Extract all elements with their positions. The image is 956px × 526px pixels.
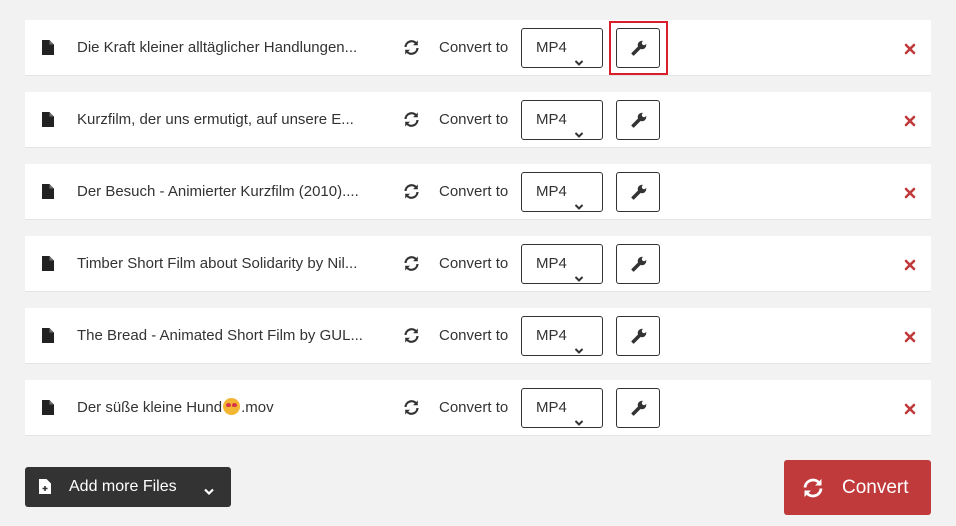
- sync-icon: [403, 327, 420, 344]
- format-select[interactable]: MP4: [521, 244, 603, 284]
- settings-button[interactable]: [616, 172, 660, 212]
- chevron-down-icon: [574, 188, 584, 210]
- file-name: Der Besuch - Animierter Kurzfilm (2010).…: [77, 183, 359, 200]
- format-value: MP4: [536, 183, 567, 200]
- settings-button[interactable]: [616, 244, 660, 284]
- format-select[interactable]: MP4: [521, 172, 603, 212]
- settings-button[interactable]: [616, 388, 660, 428]
- chevron-down-icon: [574, 404, 584, 426]
- file-name-prefix: Der süße kleine Hund: [77, 399, 223, 416]
- add-more-files-button[interactable]: Add more Files: [25, 467, 231, 507]
- file-name: Timber Short Film about Solidarity by Ni…: [77, 255, 358, 272]
- add-file-icon: [39, 479, 51, 499]
- file-icon: [42, 400, 54, 415]
- file-icon: [42, 328, 54, 343]
- format-value: MP4: [536, 39, 567, 56]
- chevron-down-icon: [574, 44, 584, 66]
- convert-to-label: Convert to: [439, 255, 509, 272]
- convert-button[interactable]: Convert: [784, 460, 931, 515]
- file-icon: [42, 40, 54, 55]
- wrench-icon: [631, 328, 647, 344]
- settings-button[interactable]: [616, 100, 660, 140]
- file-name: Die Kraft kleiner alltäglicher Handlunge…: [77, 39, 358, 56]
- wrench-icon: [631, 256, 647, 272]
- chevron-down-icon: [203, 483, 215, 501]
- convert-to-label: Convert to: [439, 183, 509, 200]
- remove-file-icon[interactable]: [904, 42, 916, 55]
- convert-label: Convert: [842, 477, 909, 498]
- wrench-icon: [631, 400, 647, 416]
- wrench-icon: [631, 112, 647, 128]
- remove-file-icon[interactable]: [904, 186, 916, 199]
- file-row: Timber Short Film about Solidarity by Ni…: [25, 236, 931, 292]
- sync-icon: [403, 183, 420, 200]
- file-row: Kurzfilm, der uns ermutigt, auf unsere E…: [25, 92, 931, 148]
- chevron-down-icon: [574, 332, 584, 354]
- file-name: Kurzfilm, der uns ermutigt, auf unsere E…: [77, 111, 354, 128]
- file-icon: [42, 256, 54, 271]
- wrench-icon: [631, 184, 647, 200]
- file-icon: [42, 112, 54, 127]
- file-icon: [42, 184, 54, 199]
- remove-file-icon[interactable]: [904, 114, 916, 127]
- remove-file-icon[interactable]: [904, 330, 916, 343]
- format-select[interactable]: MP4: [521, 28, 603, 68]
- file-name: The Bread - Animated Short Film by GUL..…: [77, 327, 363, 344]
- convert-to-label: Convert to: [439, 327, 509, 344]
- remove-file-icon[interactable]: [904, 402, 916, 415]
- chevron-down-icon: [574, 116, 584, 138]
- format-select[interactable]: MP4: [521, 388, 603, 428]
- remove-file-icon[interactable]: [904, 258, 916, 271]
- file-row: Die Kraft kleiner alltäglicher Handlunge…: [25, 20, 931, 76]
- convert-to-label: Convert to: [439, 399, 509, 416]
- format-value: MP4: [536, 399, 567, 416]
- add-more-files-label: Add more Files: [69, 478, 177, 495]
- file-row: Der süße kleine Hund .mov Convert to MP4: [25, 380, 931, 436]
- chevron-down-icon: [574, 260, 584, 282]
- sync-icon: [403, 255, 420, 272]
- file-name: Der süße kleine Hund .mov: [77, 380, 377, 436]
- format-value: MP4: [536, 327, 567, 344]
- sync-icon: [403, 399, 420, 416]
- smiling-face-with-heart-eyes-icon: [223, 398, 241, 415]
- format-value: MP4: [536, 255, 567, 272]
- wrench-icon: [631, 40, 647, 56]
- sync-icon: [802, 478, 824, 503]
- file-row: The Bread - Animated Short Film by GUL..…: [25, 308, 931, 364]
- convert-to-label: Convert to: [439, 39, 509, 56]
- sync-icon: [403, 39, 420, 56]
- format-select[interactable]: MP4: [521, 316, 603, 356]
- file-name-suffix: .mov: [241, 399, 274, 416]
- file-row: Der Besuch - Animierter Kurzfilm (2010).…: [25, 164, 931, 220]
- format-select[interactable]: MP4: [521, 100, 603, 140]
- settings-button[interactable]: [616, 316, 660, 356]
- format-value: MP4: [536, 111, 567, 128]
- convert-to-label: Convert to: [439, 111, 509, 128]
- settings-button[interactable]: [616, 28, 660, 68]
- sync-icon: [403, 111, 420, 128]
